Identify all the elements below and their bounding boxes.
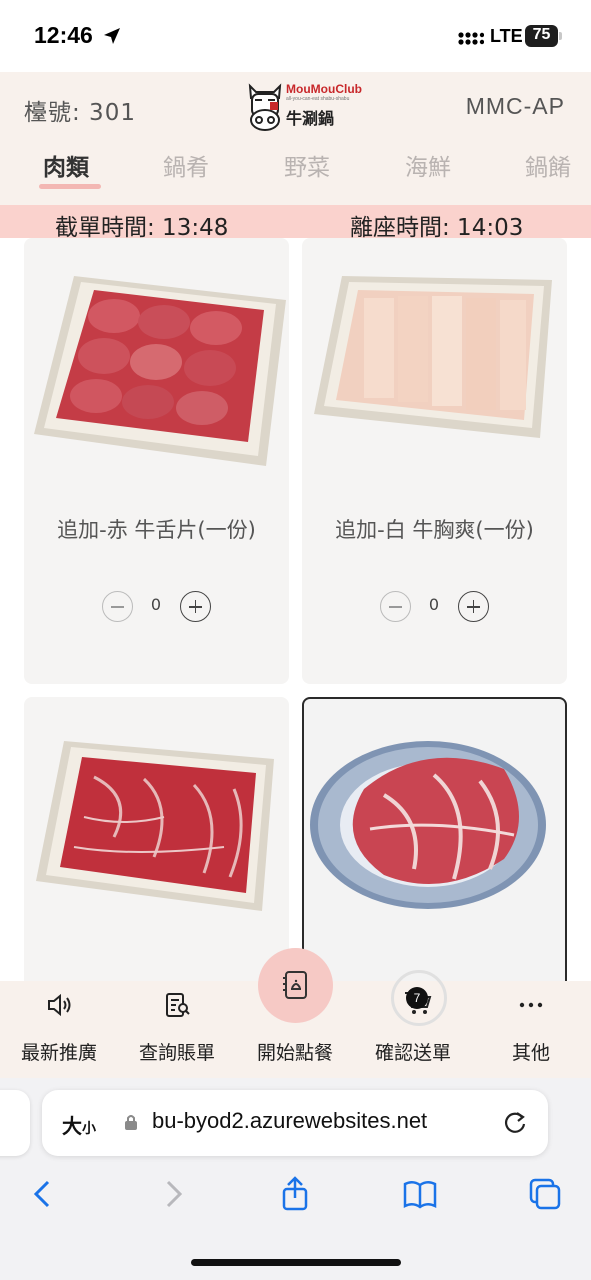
battery-level: 75 [532, 26, 551, 43]
product-card[interactable]: 追加-白 牛胸爽(一份) 0 [302, 238, 567, 684]
nav-label: 其他 [511, 1042, 550, 1064]
nav-promotions[interactable]: 最新推廣 [0, 981, 118, 1078]
status-bar: 12:46 LTE 75 [0, 0, 591, 72]
table-number: 檯號: 301 [24, 100, 136, 126]
quantity-stepper: 0 [302, 591, 567, 623]
logo-tagline: all-you-can-eat shabu-shabu [286, 96, 350, 102]
store-code: MMC-AP [465, 93, 565, 119]
nav-bill[interactable]: 查詢賬單 [118, 981, 236, 1078]
order-book-icon [283, 971, 307, 999]
product-name: 追加-赤 牛舌片(一份) [57, 518, 256, 542]
url-text: bu-byod2.azurewebsites.net [152, 1108, 428, 1133]
product-image [314, 276, 552, 438]
reload-icon[interactable] [502, 1109, 528, 1135]
network-type: LTE [490, 26, 523, 46]
logo-subtitle: 牛涮鍋 [286, 109, 335, 128]
bookmarks-icon[interactable] [402, 1176, 438, 1212]
start-order-button[interactable] [258, 948, 333, 1023]
moumouclub-logo: MouMouClub all-you-can-eat shabu-shabu 牛… [246, 78, 362, 134]
home-indicator [191, 1259, 401, 1266]
product-grid: 追加-赤 牛舌片(一份) 0 追加-白 牛胸爽(一份) 0 [0, 238, 591, 981]
battery-icon: 75 [525, 25, 562, 47]
quantity-stepper: 0 [24, 591, 289, 623]
logo-brand: MouMouClub [286, 82, 362, 96]
cow-logo-icon [248, 83, 282, 131]
nav-label: 查詢賬單 [138, 1042, 215, 1064]
status-time: 12:46 [34, 22, 93, 48]
nav-label: 開始點餐 [256, 1042, 333, 1064]
app-header: 檯號: 301 MouMouClub all-you-can-eat shabu… [0, 72, 591, 205]
product-name: 追加-白 牛胸爽(一份) [335, 518, 534, 542]
nav-label: 最新推廣 [20, 1042, 97, 1064]
increase-button[interactable] [180, 591, 211, 622]
quantity-value: 0 [150, 595, 162, 614]
share-icon[interactable] [277, 1176, 313, 1212]
product-card[interactable] [24, 697, 289, 981]
product-image [36, 741, 274, 911]
increase-button[interactable] [458, 591, 489, 622]
quantity-value: 0 [428, 595, 440, 614]
product-card[interactable]: 追加-赤 牛舌片(一份) 0 [24, 238, 289, 684]
active-tab-indicator [39, 184, 101, 189]
cart-count-badge: 7 [406, 987, 428, 1009]
signal-icon [458, 32, 484, 45]
nav-more[interactable]: 其他 [472, 981, 590, 1078]
tabs-icon[interactable] [527, 1176, 563, 1212]
speaker-icon [48, 993, 71, 1017]
previous-tab-preview[interactable] [0, 1090, 30, 1156]
address-bar[interactable]: 大小 bu-byod2.azurewebsites.net [42, 1090, 548, 1156]
cutoff-time: 截單時間: 13:48 [55, 215, 229, 241]
tab-hotpot-extras[interactable]: 鍋餚 [525, 148, 571, 182]
forward-icon[interactable] [154, 1176, 190, 1212]
back-icon[interactable] [26, 1176, 62, 1212]
more-icon [519, 1002, 543, 1008]
bill-search-icon [166, 993, 190, 1017]
decrease-button[interactable] [380, 591, 411, 622]
text-size-button[interactable]: 大小 [62, 1110, 96, 1139]
nav-label: 確認送單 [374, 1042, 451, 1064]
browser-chrome: 大小 bu-byod2.azurewebsites.net [0, 1078, 591, 1280]
decrease-button[interactable] [102, 591, 133, 622]
product-image [34, 276, 286, 466]
tab-vegetables[interactable]: 野菜 [284, 148, 330, 182]
location-arrow-icon [104, 28, 120, 44]
tab-seafood[interactable]: 海鮮 [405, 148, 451, 182]
leave-time: 離座時間: 14:03 [350, 215, 524, 241]
tab-hotpot-dishes[interactable]: 鍋肴 [163, 148, 209, 182]
lock-icon [125, 1115, 137, 1130]
category-tabs: 肉類 鍋肴 野菜 海鮮 鍋餚 [0, 146, 591, 204]
tab-meat[interactable]: 肉類 [43, 148, 89, 182]
time-banner: 截單時間: 13:48 離座時間: 14:03 [0, 205, 591, 241]
product-card-selected[interactable] [302, 697, 567, 981]
product-image [310, 741, 546, 909]
